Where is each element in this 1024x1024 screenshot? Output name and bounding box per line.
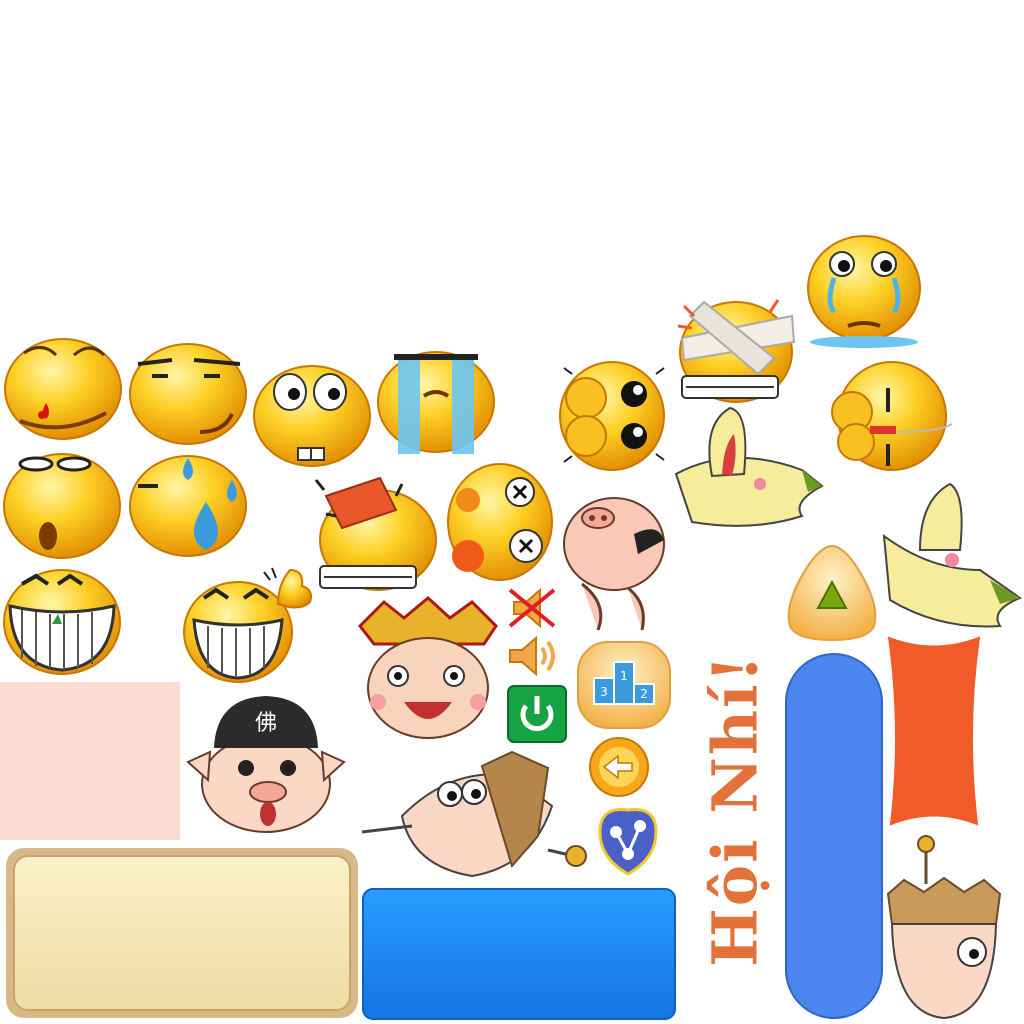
pig-monk-character (563, 497, 665, 631)
svg-text:1: 1 (620, 669, 628, 683)
shocked-face-icon (3, 453, 121, 559)
fox-lying-character (674, 406, 824, 527)
fox-sleeping-character (882, 482, 1023, 628)
pink-swatch (0, 682, 180, 840)
bucktooth-face-icon (253, 365, 371, 467)
peeking-face-icon (831, 361, 953, 471)
game-logo-text: Hội Nhí! (698, 653, 772, 967)
monkey-flying-character (361, 750, 587, 878)
crying-face-icon (377, 351, 495, 454)
brick-hit-face-icon (314, 476, 437, 591)
squint-face-icon (129, 343, 247, 445)
grin-face-icon (3, 569, 121, 675)
orange-banner-panel (884, 631, 984, 831)
thumbs-up-grin-face-icon (183, 567, 312, 683)
svg-text:3: 3 (600, 685, 608, 699)
shy-cat-face-icon (559, 361, 665, 471)
tearful-face-icon (807, 235, 921, 348)
blue-vertical-bar (785, 653, 883, 1019)
nosebleed-face-icon (4, 338, 122, 440)
blue-button-panel[interactable] (362, 888, 676, 1020)
svg-text:佛: 佛 (255, 711, 277, 736)
podium-icon[interactable]: 1 3 2 (576, 640, 672, 730)
speaker-icon[interactable] (504, 632, 560, 680)
power-icon[interactable] (506, 684, 568, 744)
monkey-king-character (358, 596, 498, 739)
play-triangle-icon[interactable] (784, 542, 880, 642)
back-arrow-icon[interactable] (588, 736, 650, 798)
mute-speaker-icon[interactable] (504, 584, 560, 632)
svg-text:2: 2 (640, 687, 648, 701)
share-icon[interactable] (596, 802, 660, 878)
dizzy-face-icon (447, 463, 553, 581)
parchment-scroll-panel (6, 848, 358, 1018)
bandaged-face-icon (677, 299, 796, 403)
monkey-crown-character (886, 835, 1002, 1020)
sweat-drop-face-icon (129, 455, 247, 557)
pig-cap-character: 佛 (186, 696, 346, 833)
